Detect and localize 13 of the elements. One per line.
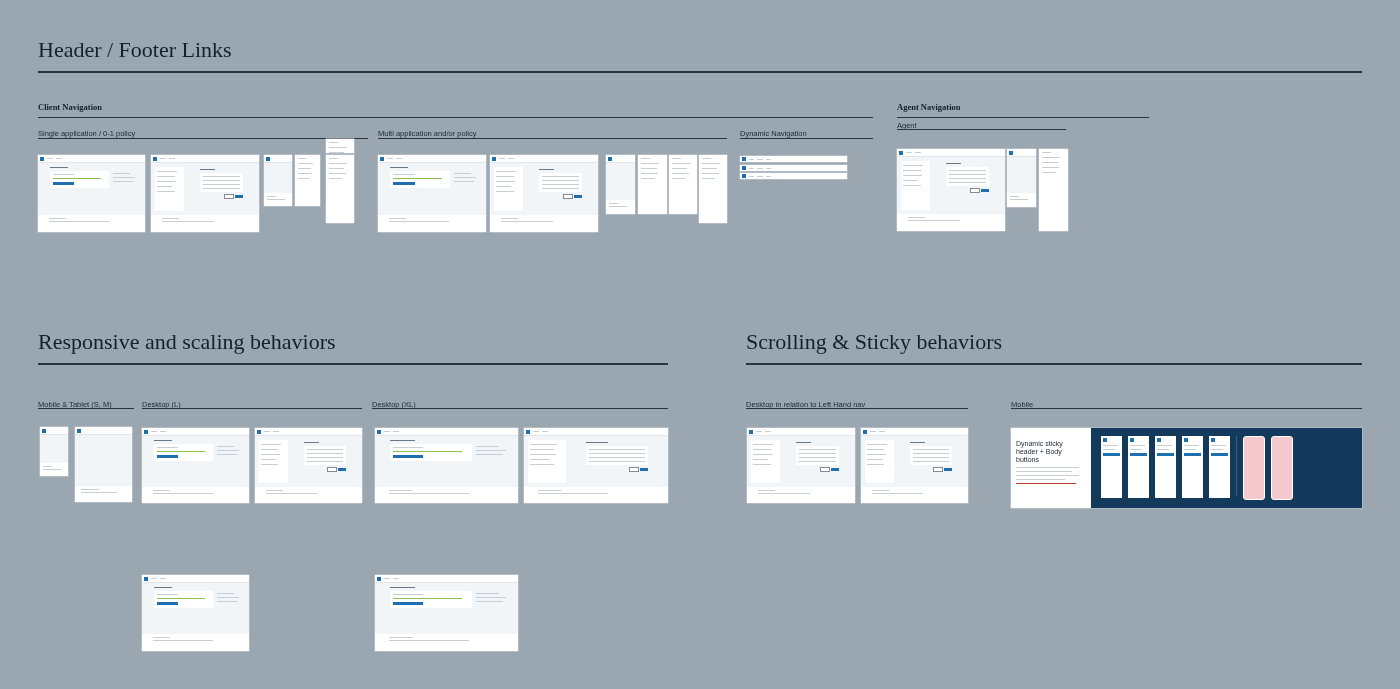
app-screen-drawing: [326, 139, 354, 153]
app-screen-drawing: [699, 155, 727, 223]
app-screen-drawing: [669, 155, 697, 214]
phone-drawing: [1271, 436, 1293, 500]
app-screen-drawing: [326, 155, 354, 223]
section-title: Header / Footer Links: [38, 38, 232, 63]
phone-drawing: [1243, 436, 1265, 500]
app-screen-drawing: [295, 155, 320, 206]
group-title: Client Navigation: [38, 103, 102, 113]
app-screen-drawing: [638, 155, 667, 214]
group-title: Agent Navigation: [897, 103, 961, 113]
section-title: Responsive and scaling behaviors: [38, 330, 336, 355]
section-title: Scrolling & Sticky behaviors: [746, 330, 1003, 355]
